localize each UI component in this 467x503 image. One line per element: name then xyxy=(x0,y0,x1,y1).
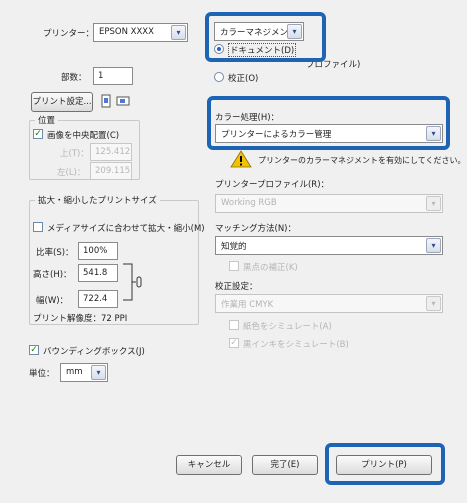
printer-label: プリンター： xyxy=(43,29,95,39)
printer-profile-label: プリンタープロファイル(R)： xyxy=(215,180,330,190)
top-label: 上(T)： xyxy=(60,149,89,159)
chevron-down-icon: ▾ xyxy=(426,126,441,141)
copies-field[interactable]: 1 xyxy=(93,67,133,85)
copies-label: 部数： xyxy=(61,73,87,83)
fit-media-checkbox[interactable] xyxy=(33,222,43,232)
black-ink-checkbox[interactable]: ✓ xyxy=(229,338,239,348)
bpc-label: 黒点の補正(K) xyxy=(243,263,298,273)
proof-setup-label: 校正設定： xyxy=(215,282,258,292)
proof-radio[interactable] xyxy=(214,72,224,82)
color-handling-select[interactable]: プリンターによるカラー管理 ▾ xyxy=(215,124,443,143)
black-ink-label: 黒インキをシミュレート(B) xyxy=(243,340,349,350)
chevron-down-icon: ▾ xyxy=(91,365,106,380)
scale-label: 比率(S)： xyxy=(36,248,74,258)
mode-select-value: カラーマネジメント xyxy=(220,28,297,38)
proof-setup-select[interactable]: 作業用 CMYK ▾ xyxy=(215,294,443,313)
mode-select[interactable]: カラーマネジメント ▾ xyxy=(214,22,304,41)
proof-radio-label: 校正(O) xyxy=(228,74,259,84)
chevron-down-icon: ▾ xyxy=(426,196,441,211)
scaled-size-group-title: 拡大・縮小したプリントサイズ xyxy=(35,194,160,206)
color-handling-label: カラー処理(H)： xyxy=(215,113,280,123)
scale-field[interactable]: 100% xyxy=(78,242,118,260)
bpc-checkbox[interactable] xyxy=(229,261,239,271)
rendering-intent-select[interactable]: 知覚的 ▾ xyxy=(215,236,443,255)
unit-select-value: mm xyxy=(66,367,83,377)
center-image-checkbox[interactable]: ✓ xyxy=(33,129,43,139)
cancel-button[interactable]: キャンセル xyxy=(176,455,242,475)
aspect-link-icon[interactable] xyxy=(122,260,144,304)
chevron-down-icon: ▾ xyxy=(171,25,186,40)
position-group-title: 位置 xyxy=(35,114,59,126)
left-field[interactable]: 209.115 xyxy=(90,162,132,180)
bounding-box-checkbox[interactable]: ✓ xyxy=(29,345,39,355)
unit-select[interactable]: mm ▾ xyxy=(60,363,108,382)
rendering-intent-label: マッチング方法(N)： xyxy=(215,224,296,234)
done-button[interactable]: 完了(E) xyxy=(252,455,318,475)
warning-text: プリンターのカラーマネジメントを有効にしてください。 xyxy=(258,156,466,165)
landscape-orientation-icon[interactable] xyxy=(116,94,130,108)
printer-profile-select-value: Working RGB xyxy=(221,198,277,208)
document-radio[interactable] xyxy=(214,44,224,54)
document-radio-label: ドキュメント(D) xyxy=(228,43,297,57)
chevron-down-icon: ▾ xyxy=(287,24,302,39)
profile-text: プロファイル) xyxy=(306,60,361,70)
print-setup-button[interactable]: プリント設定... xyxy=(31,92,93,112)
printer-profile-select[interactable]: Working RGB ▾ xyxy=(215,194,443,213)
top-field[interactable]: 125.412 xyxy=(90,143,132,161)
chevron-down-icon: ▾ xyxy=(426,296,441,311)
resolution-text: プリント解像度：72 PPI xyxy=(33,314,128,324)
color-handling-select-value: プリンターによるカラー管理 xyxy=(221,130,332,140)
proof-setup-select-value: 作業用 CMYK xyxy=(221,300,274,310)
printer-select[interactable]: EPSON XXXX ▾ xyxy=(93,23,188,42)
paper-color-label: 紙色をシミュレート(A) xyxy=(243,322,332,332)
height-field[interactable]: 541.8 xyxy=(78,264,118,282)
print-button[interactable]: プリント(P) xyxy=(336,455,432,475)
warning-icon xyxy=(230,150,252,168)
fit-media-label: メディアサイズに合わせて拡大・縮小(M) xyxy=(47,224,205,234)
left-label: 左(L)： xyxy=(57,168,86,178)
center-image-label: 画像を中央配置(C) xyxy=(47,131,120,141)
height-label: 高さ(H)： xyxy=(33,270,72,280)
unit-label: 単位： xyxy=(29,369,55,379)
width-label: 幅(W)： xyxy=(36,296,69,306)
chevron-down-icon: ▾ xyxy=(426,238,441,253)
width-field[interactable]: 722.4 xyxy=(78,290,118,308)
printer-select-value: EPSON XXXX xyxy=(99,27,154,37)
paper-color-checkbox[interactable] xyxy=(229,320,239,330)
rendering-intent-select-value: 知覚的 xyxy=(221,242,247,252)
bounding-box-label: バウンディングボックス(J) xyxy=(43,347,145,357)
portrait-orientation-icon[interactable] xyxy=(99,94,113,108)
